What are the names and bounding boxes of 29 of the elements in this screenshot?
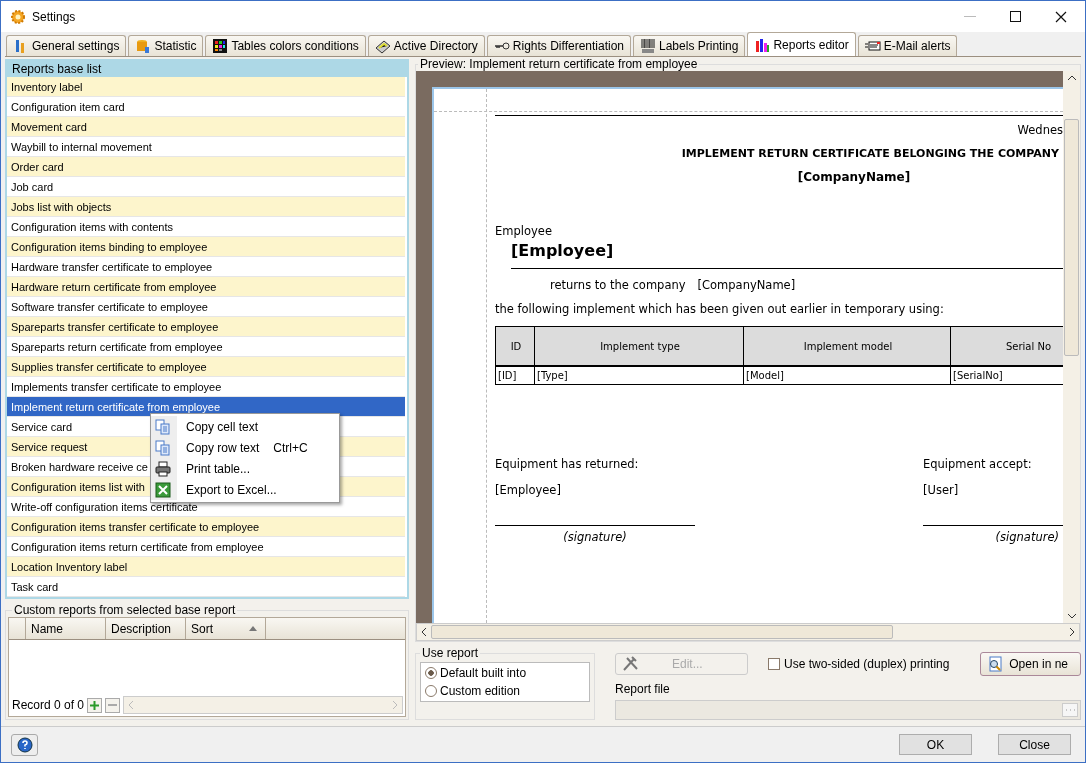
- report-cell-text: [SerialNo]: [952, 369, 1004, 383]
- report-text: the following implement which has been given out earlier in temporary using:: [495, 302, 945, 316]
- report-date: Wednes: [495, 115, 1063, 137]
- group-title: Preview: Implement return certificate from employee: [419, 57, 699, 71]
- report-column-header: Implement model: [744, 327, 951, 365]
- report-label: Employee: [495, 224, 553, 238]
- group-title: Custom reports from selected base report: [13, 603, 237, 617]
- report-label: returns to the company: [550, 278, 686, 292]
- field-label: Report file: [615, 682, 671, 696]
- report-heading: IMPLEMENT RETURN CERTIFICATE BELONGING THE COMPANY: [680, 147, 1060, 160]
- report-field: [Employee]: [511, 241, 1063, 260]
- group-title: Reports base list: [12, 62, 102, 76]
- signature-caption: (signature): [562, 530, 628, 544]
- group-title: Use report: [421, 646, 480, 660]
- report-field: [User]: [923, 483, 1063, 497]
- report-cell: [Type]: [535, 367, 744, 384]
- record-count: Record 0 of 0: [12, 698, 85, 712]
- report-field: [Employee]: [495, 483, 695, 497]
- report-label: Equipment has returned:: [495, 457, 640, 471]
- report-field: [CompanyName]: [697, 278, 796, 292]
- report-column-header: Serial No: [1004, 339, 1052, 354]
- report-column-header: Implement type: [535, 327, 744, 365]
- report-cell: [Model]: [744, 367, 951, 384]
- signature-caption: (signature): [994, 530, 1060, 544]
- window-title: Settings: [32, 9, 76, 24]
- report-field: [CompanyName]: [645, 170, 1063, 184]
- report-cell: [ID]: [496, 367, 535, 384]
- report-label: Equipment accept:: [923, 457, 1033, 471]
- report-column-header: ID: [496, 327, 535, 365]
